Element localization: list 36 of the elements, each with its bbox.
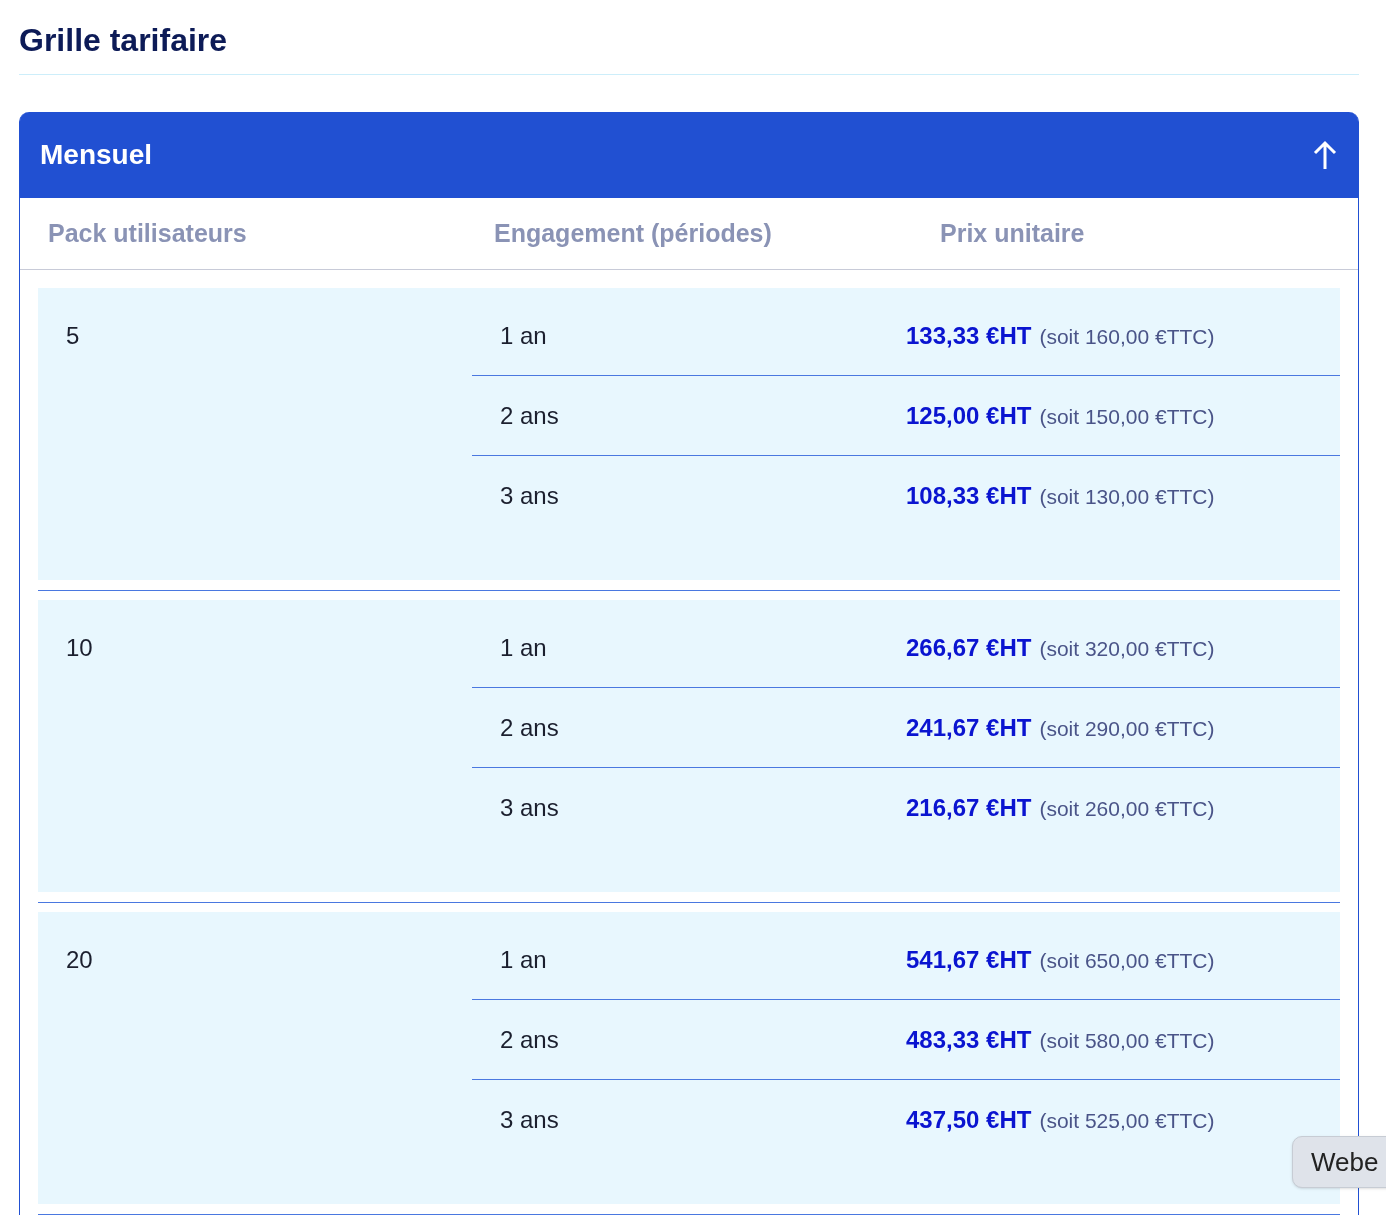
price-incl-tax: (soit 320,00 €TTC) xyxy=(1039,635,1215,662)
period: 1 an xyxy=(500,945,547,973)
period: 1 an xyxy=(500,633,547,661)
period: 2 ans xyxy=(500,713,559,741)
pack-size: 5 xyxy=(66,321,80,351)
price-incl-tax: (soit 260,00 €TTC) xyxy=(1039,796,1215,822)
price-excl-tax: 241,67 €HT xyxy=(906,712,1032,743)
price-incl-tax: (soit 290,00 €TTC) xyxy=(1039,715,1215,742)
period: 1 an xyxy=(500,321,547,349)
column-header: Pack utilisateurs xyxy=(48,218,247,247)
period: 3 ans xyxy=(500,794,559,821)
price-excl-tax: 483,33 €HT xyxy=(906,1024,1032,1055)
price-excl-tax: 437,50 €HT xyxy=(906,1105,1032,1135)
price-excl-tax: 216,67 €HT xyxy=(906,793,1032,823)
page-title: Grille tarifaire xyxy=(19,21,228,60)
panel-header[interactable]: Mensuel xyxy=(20,112,1358,198)
price-excl-tax: 541,67 €HT xyxy=(906,944,1032,975)
price-incl-tax: (soit 150,00 €TTC) xyxy=(1039,403,1215,430)
tooltip: Webe xyxy=(1292,1136,1386,1188)
period: 3 ans xyxy=(500,482,559,509)
price-incl-tax: (soit 525,00 €TTC) xyxy=(1039,1108,1215,1134)
price-excl-tax: 125,00 €HT xyxy=(906,400,1032,431)
column-header: Engagement (périodes) xyxy=(494,218,772,247)
pack-size: 10 xyxy=(66,633,93,663)
pack-size: 20 xyxy=(66,945,93,975)
price-excl-tax: 266,67 €HT xyxy=(906,632,1032,663)
period: 3 ans xyxy=(500,1106,559,1133)
period: 2 ans xyxy=(500,1025,559,1053)
price-incl-tax: (soit 580,00 €TTC) xyxy=(1039,1027,1215,1054)
price-incl-tax: (soit 160,00 €TTC) xyxy=(1039,323,1215,350)
price-incl-tax: (soit 130,00 €TTC) xyxy=(1039,484,1215,510)
price-excl-tax: 133,33 €HT xyxy=(906,320,1032,351)
column-header: Prix unitaire xyxy=(940,218,1085,247)
price-excl-tax: 108,33 €HT xyxy=(906,481,1032,511)
period: 2 ans xyxy=(500,401,559,429)
price-incl-tax: (soit 650,00 €TTC) xyxy=(1039,947,1215,974)
